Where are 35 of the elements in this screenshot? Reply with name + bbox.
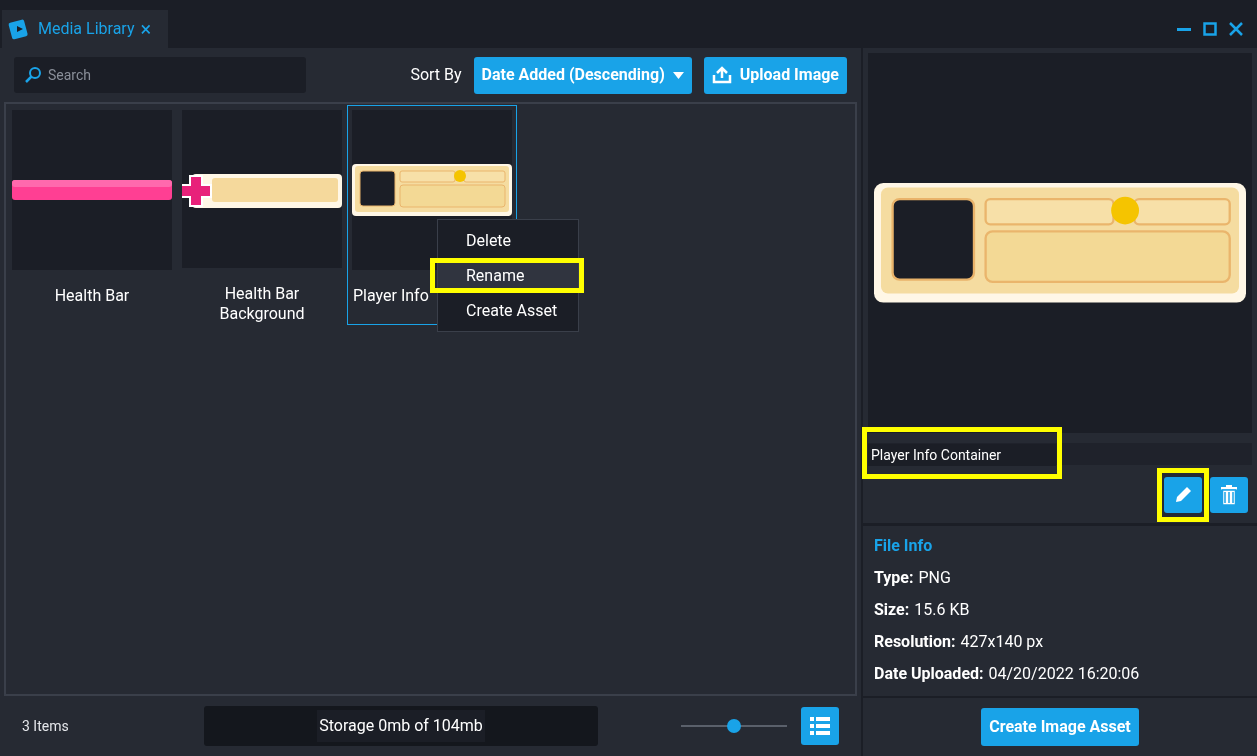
- media-tile[interactable]: Health Bar: [7, 105, 177, 325]
- section-title: File Info: [874, 535, 934, 557]
- field-value: 15.6 KB: [914, 599, 970, 621]
- trash-icon: [1221, 485, 1237, 505]
- field-label: Type:: [874, 567, 914, 589]
- maximize-icon[interactable]: [1203, 22, 1217, 36]
- tab-title: Media Library: [38, 18, 135, 40]
- field-label: Size:: [874, 599, 910, 621]
- zoom-slider[interactable]: [681, 718, 787, 734]
- pencil-icon: [1173, 485, 1193, 505]
- search-icon: [24, 66, 42, 84]
- close-icon[interactable]: [1229, 22, 1243, 36]
- list-view-button[interactable]: [801, 707, 839, 745]
- slider-thumb[interactable]: [727, 719, 741, 733]
- upload-icon: [711, 66, 732, 84]
- field-value: 427x140 px: [960, 631, 1044, 653]
- media-tile[interactable]: Health Bar Background: [177, 105, 347, 325]
- tile-label: Player Info: [353, 286, 429, 306]
- storage-text: Storage 0mb of 104mb: [317, 710, 485, 742]
- close-tab-icon[interactable]: ×: [140, 19, 152, 39]
- name-field[interactable]: Player Info Container: [868, 444, 1056, 466]
- edit-button[interactable]: [1164, 477, 1202, 513]
- list-icon: [810, 717, 830, 735]
- field-value: PNG: [918, 567, 951, 589]
- tile-label: Health Bar Background: [218, 284, 306, 324]
- item-count: 3 Items: [22, 716, 70, 736]
- tile-label: Health Bar: [53, 286, 131, 306]
- field-value: 04/20/2022 16:20:06: [988, 663, 1140, 685]
- delete-button[interactable]: [1210, 477, 1248, 513]
- tab[interactable]: Media Library ×: [2, 10, 168, 48]
- field-label: Date Uploaded:: [874, 663, 984, 685]
- field-label: Resolution:: [874, 631, 956, 653]
- search-field[interactable]: Search: [14, 57, 306, 93]
- sort-label: Sort By: [410, 64, 462, 86]
- caret-icon: [672, 71, 684, 79]
